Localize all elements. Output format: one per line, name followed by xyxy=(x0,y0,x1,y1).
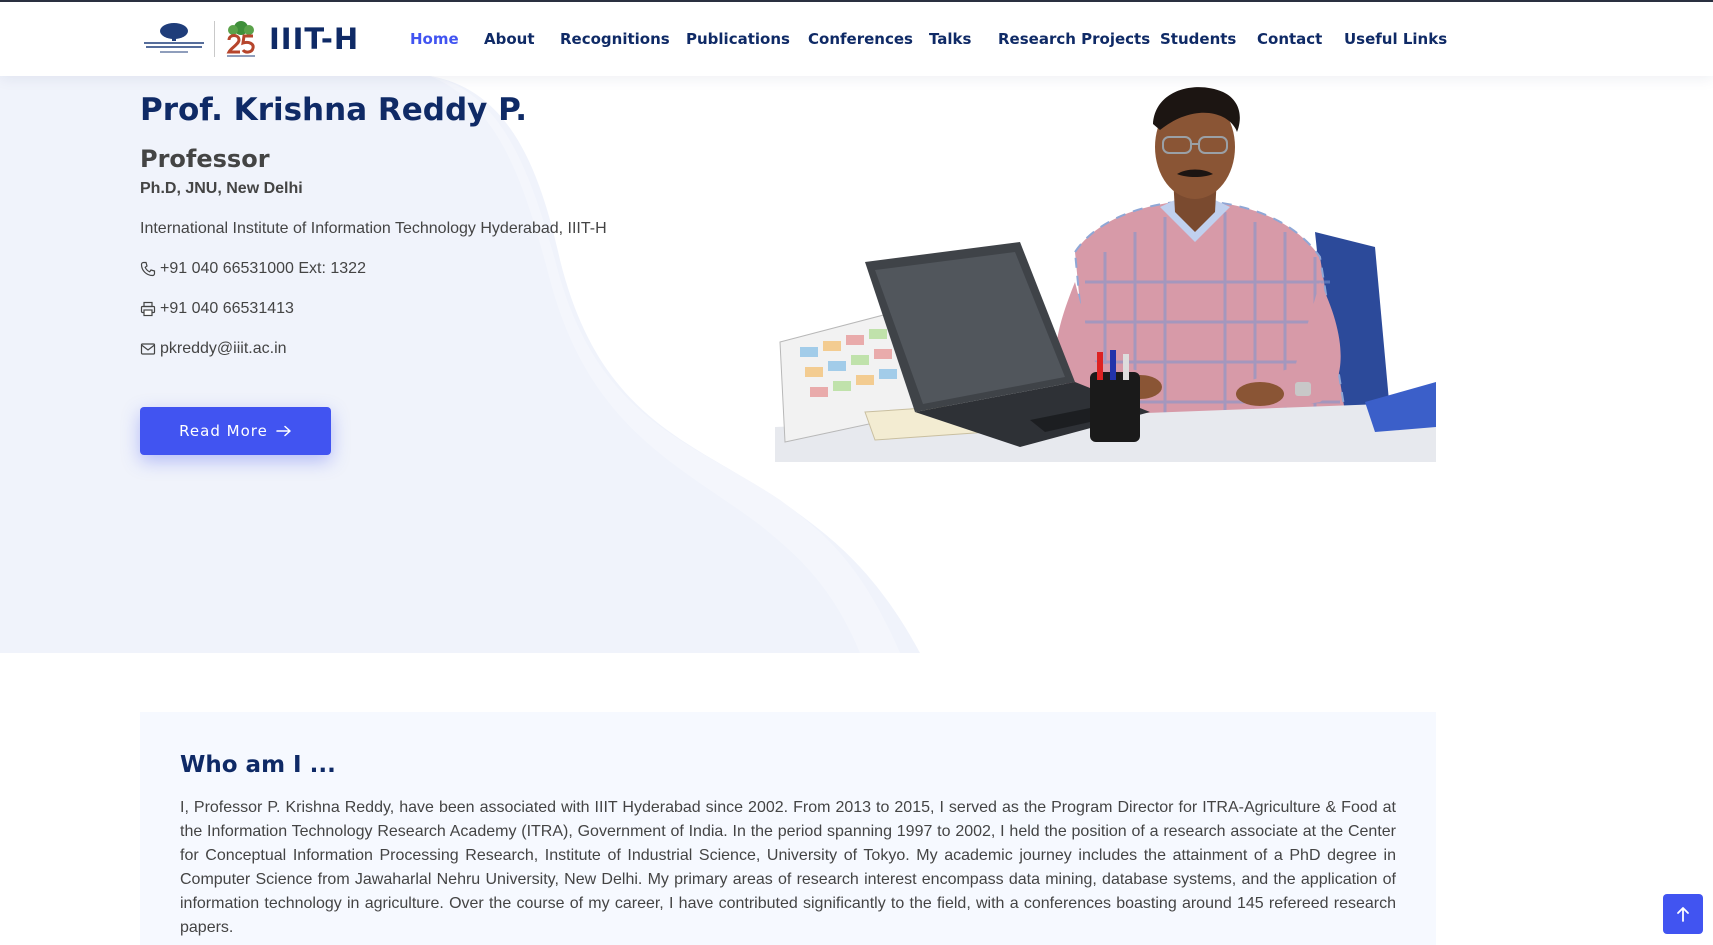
main-nav: Home About Recognitions Publications Con… xyxy=(0,2,1713,76)
about-heading: Who am I ... xyxy=(180,752,336,778)
read-more-button[interactable]: Read More xyxy=(140,407,331,455)
phone-row: +91 040 66531000 Ext: 1322 xyxy=(140,260,366,278)
nav-conferences[interactable]: Conferences xyxy=(808,30,913,48)
envelope-icon xyxy=(140,343,156,355)
institute-label: International Institute of Information T… xyxy=(140,220,607,237)
nav-about[interactable]: About xyxy=(484,30,535,48)
institute-name: International Institute of Information T… xyxy=(140,220,607,238)
nav-home[interactable]: Home xyxy=(410,30,459,48)
nav-recognitions[interactable]: Recognitions xyxy=(560,30,670,48)
scroll-to-top-button[interactable] xyxy=(1663,894,1703,934)
profile-title: Professor xyxy=(140,145,270,173)
nav-students[interactable]: Students xyxy=(1160,30,1236,48)
email-address[interactable]: pkreddy@iiit.ac.in xyxy=(160,340,287,358)
arrow-up-icon xyxy=(1677,907,1689,922)
fax-number: +91 040 66531413 xyxy=(160,300,294,317)
profile-name: Prof. Krishna Reddy P. xyxy=(140,92,527,128)
arrow-right-icon xyxy=(276,425,291,437)
top-border xyxy=(0,0,1713,2)
nav-talks[interactable]: Talks xyxy=(929,30,971,48)
nav-publications[interactable]: Publications xyxy=(686,30,790,48)
email-row[interactable]: pkreddy@iiit.ac.in xyxy=(140,340,287,358)
fax-row: +91 040 66531413 xyxy=(140,300,294,318)
read-more-label: Read More xyxy=(179,422,268,440)
about-section: Who am I ... I, Professor P. Krishna Red… xyxy=(140,712,1436,945)
phone-number: +91 040 66531000 Ext: 1322 xyxy=(160,260,366,277)
nav-contact[interactable]: Contact xyxy=(1257,30,1322,48)
nav-useful-links[interactable]: Useful Links xyxy=(1344,30,1447,48)
hero-section: Prof. Krishna Reddy P. Professor Ph.D, J… xyxy=(0,0,1713,653)
nav-research-projects[interactable]: Research Projects xyxy=(998,30,1150,48)
profile-photo xyxy=(775,82,1436,462)
about-text: I, Professor P. Krishna Reddy, have been… xyxy=(180,799,1396,936)
phone-icon xyxy=(140,261,156,277)
profile-degree: Ph.D, JNU, New Delhi xyxy=(140,180,303,197)
site-header: IIIT-H Home About Recognitions Publicati… xyxy=(0,2,1713,76)
printer-icon xyxy=(140,301,156,317)
